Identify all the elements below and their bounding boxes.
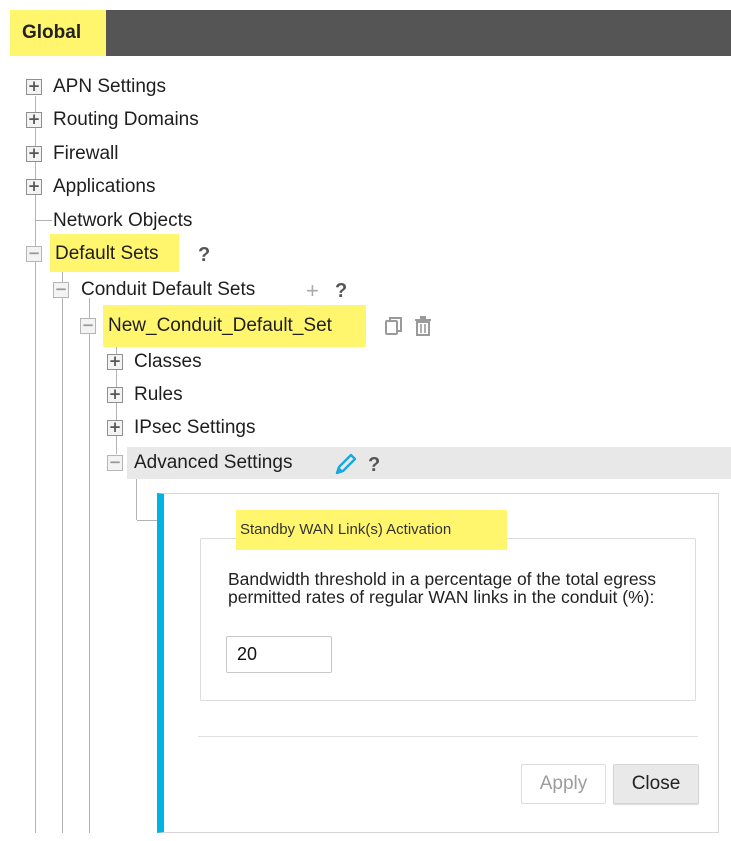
tree-line-conduit-default-sets [89,298,90,833]
tree-item-new-conduit-default-set[interactable]: New_Conduit_Default_Set [108,314,332,338]
tree-item-conduit-default-sets[interactable]: Conduit Default Sets [81,278,255,302]
expand-applications-toggle[interactable]: + [26,179,42,195]
tree-line-advanced-branch [137,520,157,521]
tree-line-network-objects [36,220,52,221]
bandwidth-threshold-input[interactable] [226,636,332,673]
default-sets-help-icon[interactable]: ? [198,243,210,267]
tree-item-network-objects[interactable]: Network Objects [53,209,192,233]
collapse-conduit-default-sets-toggle[interactable]: − [53,282,69,298]
global-header: Global [10,10,731,56]
advanced-settings-help-icon[interactable]: ? [368,453,380,477]
tree-item-classes[interactable]: Classes [134,350,202,374]
fieldset-legend: Standby WAN Link(s) Activation [240,521,452,538]
conduit-default-sets-help-icon[interactable]: ? [335,279,347,303]
close-button[interactable]: Close [613,764,699,804]
tree-item-advanced-settings[interactable]: Advanced Settings [134,451,292,475]
pencil-icon[interactable] [334,452,358,476]
collapse-new-conduit-default-set-toggle[interactable]: − [80,318,96,334]
panel-divider [198,736,698,737]
tree-line-root [35,96,36,833]
advanced-settings-panel: Standby WAN Link(s) Activation Bandwidth… [157,493,719,833]
tree-item-default-sets[interactable]: Default Sets [55,242,159,266]
bandwidth-threshold-label: Bandwidth threshold in a percentage of t… [228,569,657,607]
expand-firewall-toggle[interactable]: + [26,146,42,162]
tree-item-apn-settings[interactable]: APN Settings [53,75,166,99]
standby-wan-fieldset [200,538,696,701]
add-conduit-default-set-icon[interactable]: + [306,279,319,303]
tree-item-firewall[interactable]: Firewall [53,142,118,166]
tree-line-default-sets [62,262,63,833]
apply-button[interactable]: Apply [521,764,606,804]
header-title: Global [10,10,106,56]
expand-classes-toggle[interactable]: + [107,354,123,370]
tree-item-rules[interactable]: Rules [134,383,183,407]
trash-icon[interactable] [413,315,433,337]
expand-ipsec-settings-toggle[interactable]: + [107,420,123,436]
expand-rules-toggle[interactable]: + [107,387,123,403]
tree-item-applications[interactable]: Applications [53,175,155,199]
expand-apn-settings-toggle[interactable]: + [26,79,42,95]
collapse-default-sets-toggle[interactable]: − [26,246,42,262]
expand-routing-domains-toggle[interactable]: + [26,112,42,128]
tree-item-ipsec-settings[interactable]: IPsec Settings [134,416,255,440]
collapse-advanced-settings-toggle[interactable]: − [107,455,123,471]
copy-icon[interactable] [384,316,404,336]
tree-item-routing-domains[interactable]: Routing Domains [53,108,199,132]
